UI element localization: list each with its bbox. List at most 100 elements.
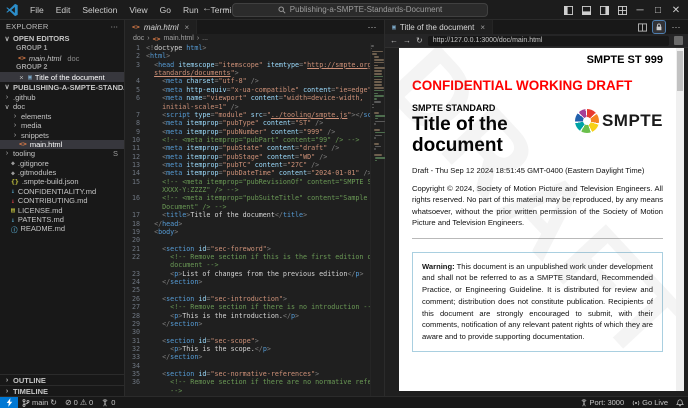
menu-go[interactable]: Go: [155, 3, 176, 17]
customize-layout-icon[interactable]: [614, 2, 630, 18]
forward-arrow-icon[interactable]: →: [220, 3, 230, 14]
code-line[interactable]: 19 < body >: [125, 228, 370, 236]
open-in-browser-icon[interactable]: [674, 36, 683, 45]
tree-item-tooling[interactable]: › tooling S: [0, 149, 124, 158]
code-line[interactable]: 13 < meta itemprop = "pubTC" content = "27C" …: [125, 161, 370, 169]
close-tab-icon[interactable]: ×: [185, 23, 190, 32]
outline-section[interactable]: › OUTLINE: [0, 374, 124, 385]
back-arrow-icon[interactable]: ←: [202, 3, 212, 14]
code-line[interactable]: Document" /> -->: [125, 203, 370, 211]
tree-item-media[interactable]: › media: [0, 121, 124, 130]
menu-selection[interactable]: Selection: [77, 3, 122, 17]
toggle-secondary-sidebar-icon[interactable]: [596, 2, 612, 18]
code-line[interactable]: initial-scale=1" />: [125, 103, 370, 111]
code-line[interactable]: 31 < section id = "sec-scope" >: [125, 337, 370, 345]
editor-more-actions-icon[interactable]: ⋯: [366, 21, 378, 33]
remote-indicator[interactable]: [0, 396, 18, 408]
command-center-search[interactable]: Publishing-a-SMPTE-Standards-Document: [232, 2, 488, 17]
tab-preview[interactable]: ▣ Title of the document ×: [385, 20, 494, 34]
tree-item-snippets[interactable]: › snippets: [0, 130, 124, 140]
preview-more-actions-icon[interactable]: ⋯: [670, 21, 682, 33]
tree-item-confidentiality-md[interactable]: ↓ CONFIDENTIALITY.md: [0, 187, 124, 196]
menu-file[interactable]: File: [25, 3, 49, 17]
tab-main-html[interactable]: <> main.html ×: [125, 20, 198, 34]
explorer-more-actions-icon[interactable]: ⋯: [111, 22, 119, 31]
back-arrow-icon[interactable]: ←: [390, 36, 398, 45]
menu-run[interactable]: Run: [178, 3, 204, 17]
tree-item--gitignore[interactable]: ◆ .gitignore: [0, 159, 124, 168]
open-editor-item[interactable]: <> main.html doc: [0, 54, 124, 63]
forward-arrow-icon[interactable]: →: [403, 36, 411, 45]
open-editor-item[interactable]: × ▣ Title of the document: [0, 72, 124, 82]
tree-item-elements[interactable]: › elements: [0, 112, 124, 121]
scrollbar-thumb[interactable]: [677, 51, 683, 91]
code-line[interactable]: 21 < section id = "sec-foreword" >: [125, 245, 370, 253]
breadcrumb-symbol[interactable]: ...: [202, 35, 208, 42]
tree-item--github[interactable]: › .github: [0, 93, 124, 102]
menu-view[interactable]: View: [124, 3, 152, 17]
close-button[interactable]: ✕: [668, 2, 684, 18]
code-line[interactable]: 33 </section >: [125, 353, 370, 361]
breadcrumb-folder[interactable]: doc: [133, 35, 144, 42]
timeline-section[interactable]: › TIMELINE: [0, 385, 124, 396]
go-live-button[interactable]: Go Live: [628, 397, 672, 408]
url-input[interactable]: http://127.0.0.1:3000/doc/main.html: [427, 35, 669, 46]
code-line[interactable]: 11 < meta itemprop = "pubState" content = "dr…: [125, 144, 370, 152]
code-line[interactable]: 9 < meta itemprop = "pubNumber" content = "99…: [125, 128, 370, 136]
maximize-button[interactable]: □: [650, 2, 666, 18]
menu-edit[interactable]: Edit: [51, 3, 76, 17]
code-line[interactable]: 24 </section >: [125, 278, 370, 286]
code-line[interactable]: 15 <!-- <meta itemprop="pubRevisionOf" c…: [125, 178, 370, 186]
forwarded-ports-status[interactable]: 0: [97, 397, 119, 408]
code-line[interactable]: 32 < p > This is the scope. </p >: [125, 345, 370, 353]
code-line[interactable]: 5 < meta http-equiv = "x-ua-compatible" con…: [125, 86, 370, 94]
code-editor[interactable]: 1 <! doctype html >2 < html >3 < head itemscope…: [125, 43, 370, 396]
page-scrollbar[interactable]: [676, 48, 684, 391]
code-line[interactable]: 8 < meta itemprop = "pubType" content = "ST" …: [125, 119, 370, 127]
problems-status[interactable]: ⊘ 0 ⚠ 0: [61, 397, 97, 408]
project-section[interactable]: ∨ PUBLISHING-A-SMPTE-STANDARDS-DOCUME...: [0, 82, 124, 93]
toggle-panel-icon[interactable]: [578, 2, 594, 18]
tree-item-patents-md[interactable]: ↓ PATENTS.md: [0, 215, 124, 224]
toggle-primary-sidebar-icon[interactable]: [560, 2, 576, 18]
code-line[interactable]: 23 < p > List of changes from the previous …: [125, 270, 370, 278]
code-line[interactable]: 12 < meta itemprop = "pubStage" content = "WD…: [125, 153, 370, 161]
code-line[interactable]: 18 </head >: [125, 220, 370, 228]
code-line[interactable]: 16 <!-- <meta itemprop="pubSuiteTitle" c…: [125, 194, 370, 202]
git-branch-status[interactable]: main ↻: [18, 397, 61, 408]
code-line[interactable]: 30: [125, 328, 370, 336]
tree-item--smpte-build-json[interactable]: {} .smpte-build.json: [0, 177, 124, 186]
code-line[interactable]: 17 < title > Title of the document </title >: [125, 211, 370, 219]
code-line[interactable]: document -->: [125, 261, 370, 269]
tree-item-contributing-md[interactable]: ↓ CONTRIBUTING.md: [0, 196, 124, 205]
code-line[interactable]: 29 </section >: [125, 320, 370, 328]
split-editor-icon[interactable]: [636, 21, 648, 33]
code-line[interactable]: 20: [125, 236, 370, 244]
tree-item-license-md[interactable]: ▤ LICENSE.md: [0, 205, 124, 215]
notifications-button[interactable]: [672, 397, 688, 408]
code-line[interactable]: 6 < meta name = "viewport" content = "width=d…: [125, 94, 370, 102]
code-line[interactable]: 35 < section id = "sec-normative-references…: [125, 370, 370, 378]
tree-item--gitmodules[interactable]: ◆ .gitmodules: [0, 168, 124, 177]
code-line[interactable]: XXXX-Y:ZZZZ" /> -->: [125, 186, 370, 194]
breadcrumb[interactable]: doc › <> main.html › ...: [125, 34, 384, 43]
close-tab-icon[interactable]: ×: [480, 23, 485, 32]
code-line[interactable]: 22 <!-- Remove section if this is the fi…: [125, 253, 370, 261]
code-line[interactable]: 27 <!-- Remove section if there is no in…: [125, 303, 370, 311]
code-line[interactable]: 28 < p > This is the introduction. </p >: [125, 312, 370, 320]
minimap[interactable]: [370, 43, 387, 396]
tree-item-main-html[interactable]: <> main.html: [0, 139, 124, 150]
minimize-button[interactable]: ─: [632, 2, 648, 18]
code-line[interactable]: 2 < html >: [125, 52, 370, 60]
breadcrumb-file[interactable]: main.html: [163, 35, 193, 42]
code-line[interactable]: 7 < script type = "module" src = " ../tooling/…: [125, 111, 370, 119]
code-line[interactable]: 1 <! doctype html >: [125, 44, 370, 52]
code-line[interactable]: 10 <!-- <meta itemprop="pubPart" content…: [125, 136, 370, 144]
code-line[interactable]: 14 < meta itemprop = "pubDateTime" content =…: [125, 169, 370, 177]
port-status[interactable]: Port: 3000: [576, 397, 629, 408]
code-line[interactable]: 4 < meta charset = "utf-8" />: [125, 77, 370, 85]
reload-icon[interactable]: ↻: [416, 36, 423, 45]
code-line[interactable]: 34: [125, 362, 370, 370]
lock-icon[interactable]: [652, 20, 666, 34]
code-line[interactable]: 36 <!-- Remove section if there are no n…: [125, 378, 370, 386]
